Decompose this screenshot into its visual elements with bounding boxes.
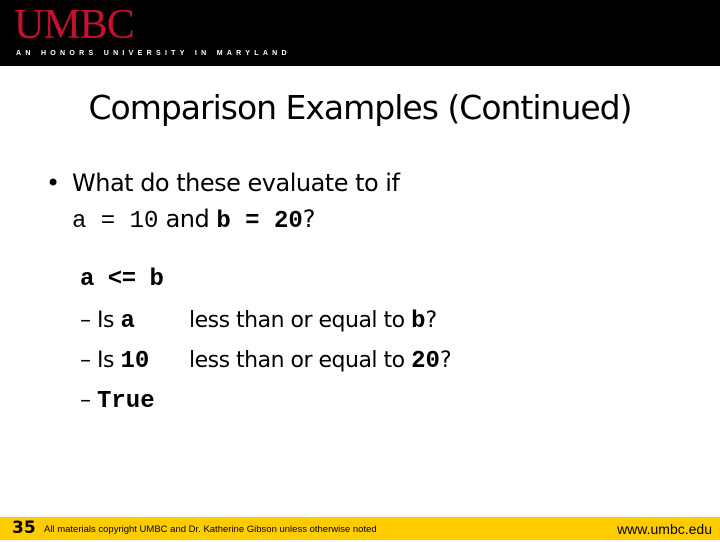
qmark: ? <box>302 205 316 233</box>
step-result: True <box>97 388 155 415</box>
dash: – <box>80 308 91 333</box>
step-2: – Is 10 less than or equal to 20? <box>80 348 452 375</box>
step-code2: 20 <box>411 348 440 375</box>
step-code: a <box>120 308 135 335</box>
step-suffix: ? <box>425 308 438 333</box>
copyright-notice: All materials copyright UMBC and Dr. Kat… <box>44 524 377 535</box>
header-banner: UMBC AN HONORS UNIVERSITY IN MARYLAND <box>0 0 720 66</box>
step-text: less than or equal to <box>188 348 405 373</box>
and-text: and <box>165 205 210 233</box>
step-code2: b <box>411 308 426 335</box>
code-b-assign: b = 20 <box>216 208 303 235</box>
tagline: AN HONORS UNIVERSITY IN MARYLAND <box>16 50 291 57</box>
umbc-logo: UMBC <box>14 2 135 48</box>
code-a-assign: a = 10 <box>72 208 159 235</box>
expression: a <= b <box>80 266 164 293</box>
step-suffix: ? <box>439 348 452 373</box>
question-text: What do these evaluate to if <box>72 169 400 197</box>
dash: – <box>80 348 91 373</box>
bullet-icon: • <box>46 169 60 197</box>
step-code: 10 <box>120 348 150 375</box>
website-link: www.umbc.edu <box>617 521 712 537</box>
dash: – <box>80 388 91 413</box>
step-prefix: Is <box>97 308 114 333</box>
step-1: – Is a less than or equal to b? <box>80 308 437 335</box>
step-prefix: Is <box>97 348 114 373</box>
slide-number: 35 <box>12 518 36 538</box>
step-text: less than or equal to <box>188 308 405 333</box>
step-3: – True <box>80 388 155 415</box>
question-values: a = 10 and b = 20? <box>72 199 316 242</box>
slide-title: Comparison Examples (Continued) <box>88 88 632 127</box>
footer-bar: 35 All materials copyright UMBC and Dr. … <box>0 517 720 540</box>
